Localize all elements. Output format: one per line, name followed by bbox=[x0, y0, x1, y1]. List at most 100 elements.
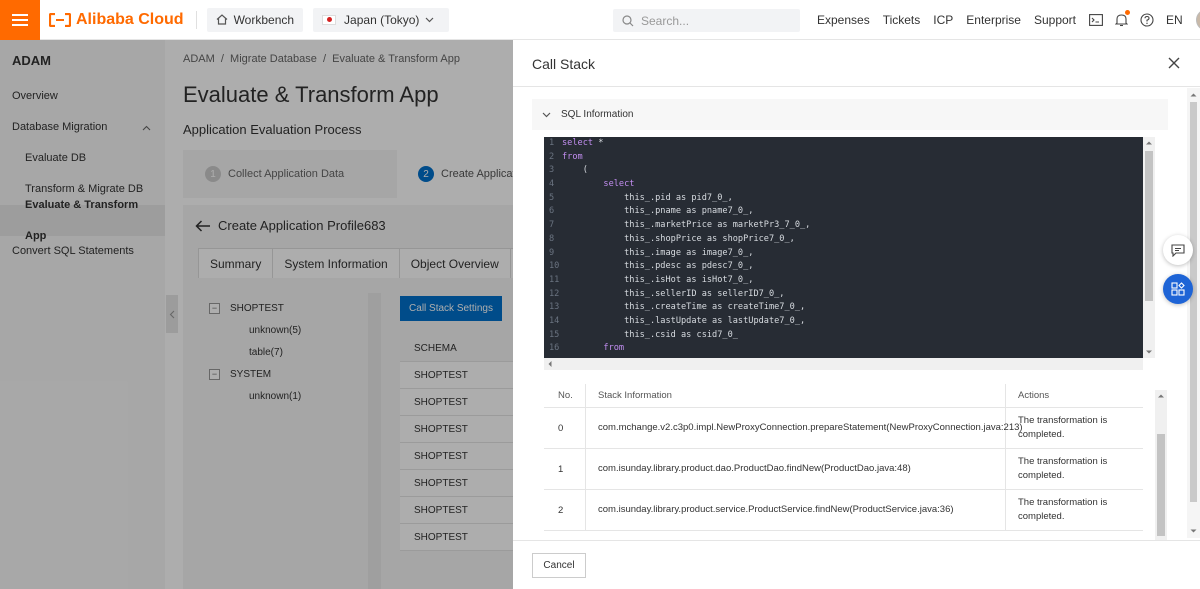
logo-icon bbox=[49, 12, 71, 27]
avatar[interactable] bbox=[1195, 9, 1200, 31]
search-input[interactable]: Search... bbox=[613, 9, 800, 32]
line-number: 9 bbox=[549, 247, 555, 258]
code-line: 16 from bbox=[544, 342, 1143, 356]
chevron-down-icon bbox=[425, 17, 434, 22]
menu-icon[interactable] bbox=[0, 0, 40, 40]
scrollbar-thumb[interactable] bbox=[1145, 151, 1153, 301]
cell-action: The transformation is completed. bbox=[1018, 415, 1108, 440]
cell-no: 1 bbox=[544, 449, 586, 489]
code-text: from bbox=[562, 342, 624, 356]
close-icon[interactable] bbox=[1168, 57, 1180, 72]
cell-action: The transformation is completed. bbox=[1018, 497, 1108, 522]
stack-table: No. Stack Information Actions 0 com.mcha… bbox=[544, 384, 1143, 531]
link-expenses[interactable]: Expenses bbox=[817, 13, 870, 27]
workbench-label: Workbench bbox=[233, 12, 295, 27]
line-number: 5 bbox=[549, 192, 555, 203]
code-keyword: select bbox=[562, 138, 594, 148]
scroll-up-icon bbox=[1146, 141, 1152, 145]
code-text: this_.createTime as createTime7_0_, bbox=[562, 301, 805, 315]
search-icon bbox=[622, 14, 634, 26]
chevron-down-icon bbox=[542, 112, 551, 117]
table-header: No. Stack Information Actions bbox=[544, 384, 1143, 408]
notification-dot bbox=[1125, 10, 1131, 15]
line-number: 1 bbox=[549, 138, 555, 148]
logo-text: Alibaba Cloud bbox=[76, 10, 184, 28]
code-rest: this_.createTime as createTime7_0_, bbox=[624, 302, 806, 313]
link-icp[interactable]: ICP bbox=[933, 13, 953, 27]
code-line: 6 this_.pname as pname7_0_, bbox=[544, 205, 1143, 219]
call-stack-drawer: Call Stack SQL Information 1 select * 2 fro… bbox=[513, 40, 1200, 589]
modal-overlay[interactable] bbox=[0, 40, 513, 589]
search-placeholder: Search... bbox=[641, 13, 690, 28]
line-number: 13 bbox=[549, 302, 560, 313]
line-number: 16 bbox=[549, 343, 560, 354]
code-rest: this_.marketPrice as marketPr3_7_0_, bbox=[624, 220, 811, 231]
divider bbox=[513, 86, 1200, 87]
table-scrollbar[interactable] bbox=[1155, 390, 1167, 540]
drawer-title: Call Stack bbox=[532, 56, 596, 72]
cell-stack-info: com.mchange.v2.c3p0.impl.NewProxyConnect… bbox=[586, 408, 1023, 448]
code-line: 13 this_.createTime as createTime7_0_, bbox=[544, 301, 1143, 315]
code-line: 11 this_.isHot as isHot7_0_, bbox=[544, 274, 1143, 288]
code-line: 10 this_.pdesc as pdesc7_0_, bbox=[544, 260, 1143, 274]
help-icon[interactable] bbox=[1140, 13, 1154, 27]
sql-information-section[interactable]: SQL Information bbox=[532, 99, 1168, 130]
cell-no: 0 bbox=[544, 408, 586, 448]
terminal-icon[interactable] bbox=[1089, 14, 1103, 26]
code-text: this_.lastUpdate as lastUpdate7_0_, bbox=[562, 315, 805, 329]
code-line: 5 this_.pid as pid7_0_, bbox=[544, 192, 1143, 206]
alibaba-cloud-logo[interactable]: Alibaba Cloud bbox=[49, 11, 184, 29]
code-keyword: from bbox=[562, 151, 583, 162]
line-number: 11 bbox=[549, 274, 560, 285]
code-text: this_.pdesc as pdesc7_0_, bbox=[562, 260, 753, 274]
code-vertical-scrollbar[interactable] bbox=[1143, 137, 1155, 358]
code-rest: * bbox=[593, 138, 604, 148]
code-text: this_.pid as pid7_0_, bbox=[562, 192, 733, 206]
drawer-scrollbar[interactable] bbox=[1187, 88, 1200, 538]
scroll-up-icon bbox=[1190, 93, 1197, 97]
link-support[interactable]: Support bbox=[1034, 13, 1076, 27]
code-line: 4 select bbox=[544, 178, 1143, 192]
line-number: 8 bbox=[549, 233, 555, 244]
scroll-down-icon bbox=[1146, 350, 1152, 354]
cell-stack-info: com.isunday.library.product.dao.ProductD… bbox=[586, 449, 1006, 489]
cancel-button[interactable]: Cancel bbox=[532, 553, 586, 578]
code-rest: this_.pid as pid7_0_, bbox=[624, 192, 733, 203]
divider bbox=[513, 540, 1200, 541]
language-selector[interactable]: EN bbox=[1166, 13, 1183, 27]
table-row: 1 com.isunday.library.product.dao.Produc… bbox=[544, 449, 1143, 490]
line-number: 3 bbox=[549, 165, 555, 176]
bell-icon[interactable] bbox=[1115, 10, 1131, 27]
region-label: Japan (Tokyo) bbox=[344, 12, 420, 27]
line-number: 12 bbox=[549, 288, 560, 299]
line-number: 7 bbox=[549, 220, 555, 231]
top-links: Expenses Tickets ICP Enterprise Support … bbox=[817, 0, 1200, 40]
scrollbar-thumb[interactable] bbox=[1157, 434, 1165, 536]
code-text: this_.sellerID as sellerID7_0_, bbox=[562, 288, 784, 302]
workbench-button[interactable]: Workbench bbox=[206, 7, 304, 32]
sql-code-editor[interactable]: 1 select * 2 from 3 (4 select 5 this_.pid as … bbox=[544, 137, 1143, 358]
code-text: ( bbox=[562, 164, 588, 178]
link-tickets[interactable]: Tickets bbox=[883, 13, 921, 27]
code-line: 9 this_.image as image7_0_, bbox=[544, 247, 1143, 261]
code-rest: ( bbox=[582, 165, 588, 176]
chat-icon[interactable] bbox=[1163, 235, 1193, 265]
code-rest: this_.pname as pname7_0_, bbox=[624, 206, 754, 217]
table-row: 2 com.isunday.library.product.service.Pr… bbox=[544, 490, 1143, 531]
code-rest: this_.image as image7_0_, bbox=[624, 247, 754, 258]
apps-icon[interactable] bbox=[1163, 274, 1193, 304]
scrollbar-thumb[interactable] bbox=[1190, 102, 1197, 502]
code-horizontal-scrollbar[interactable] bbox=[544, 358, 1143, 370]
code-rest: this_.csid as csid7_0_ bbox=[624, 329, 738, 340]
link-enterprise[interactable]: Enterprise bbox=[966, 13, 1021, 27]
divider bbox=[195, 10, 197, 29]
region-selector[interactable]: Japan (Tokyo) bbox=[313, 7, 450, 32]
